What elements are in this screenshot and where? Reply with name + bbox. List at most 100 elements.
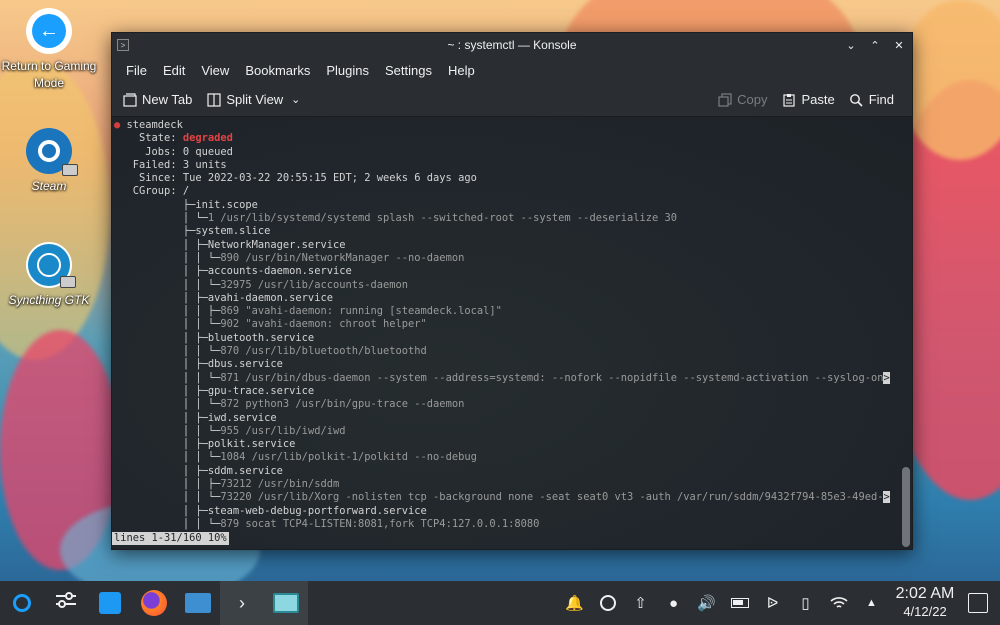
menu-edit[interactable]: Edit — [155, 63, 193, 78]
chevron-down-icon[interactable]: ⌄ — [844, 38, 858, 52]
pager-status: lines 1-31/160 10% — [112, 532, 229, 545]
split-view-label: Split View — [226, 92, 284, 107]
terminal-line: Jobs: 0 queued — [145, 145, 233, 158]
steam-tray-icon[interactable] — [591, 595, 624, 611]
menu-bar: File Edit View Bookmarks Plugins Setting… — [112, 57, 912, 83]
desktop-icon-syncthing[interactable]: Syncthing GTK — [0, 242, 98, 309]
paste-button[interactable]: Paste — [781, 92, 835, 107]
close-icon[interactable]: ✕ — [892, 38, 906, 52]
terminal-line: │ ├─NetworkManager.service — [114, 238, 346, 251]
desktop-icon-label: Steam — [31, 179, 67, 193]
copy-button[interactable]: Copy — [717, 92, 767, 107]
screenshot-icon — [273, 593, 299, 613]
terminal-line: Since: Tue 2022-03-22 20:55:15 EDT; 2 we… — [139, 172, 477, 185]
desktop-icon-label: Syncthing GTK — [8, 293, 90, 307]
steamos-logo-icon — [13, 594, 31, 612]
terminal-line: │ ├─polkit.service — [114, 438, 296, 451]
terminal-line: │ ├─accounts-daemon.service — [114, 265, 352, 278]
terminal-line: │ │ └─902 "avahi-daemon: chroot helper" — [114, 318, 427, 331]
return-arrow-icon: ← — [26, 8, 72, 54]
find-button[interactable]: Find — [849, 92, 894, 107]
task-dolphin[interactable] — [176, 581, 220, 625]
new-tab-label: New Tab — [142, 92, 193, 107]
terminal-scrollbar[interactable] — [902, 119, 910, 547]
application-launcher[interactable] — [0, 581, 44, 625]
paste-icon — [781, 92, 796, 107]
volume-icon[interactable]: 🔊 — [690, 594, 723, 612]
show-desktop-button[interactable] — [968, 593, 988, 613]
terminal-icon: › — [239, 592, 245, 613]
brightness-icon[interactable]: ● — [657, 595, 690, 612]
terminal-line: │ ├─iwd.service — [114, 411, 277, 424]
terminal-line: CGroup: / — [132, 185, 190, 198]
chevron-up-icon[interactable]: ⌃ — [868, 38, 882, 52]
terminal-line: │ ├─bluetooth.service — [114, 331, 315, 344]
task-firefox[interactable] — [132, 581, 176, 625]
updates-icon[interactable]: ⇧ — [624, 594, 657, 612]
battery-icon[interactable] — [723, 598, 756, 608]
terminal-line: │ ├─gpu-trace.service — [114, 384, 315, 397]
usb-device-icon[interactable]: ▯ — [789, 594, 822, 612]
folder-icon — [185, 593, 211, 613]
desktop-icon-return-gaming[interactable]: ← Return to Gaming Mode — [0, 8, 98, 92]
clock-date: 4/12/22 — [903, 604, 947, 619]
menu-bookmarks[interactable]: Bookmarks — [237, 63, 318, 78]
terminal-line: │ │ └─870 /usr/lib/bluetooth/bluetoothd — [114, 345, 427, 358]
paste-label: Paste — [801, 92, 835, 107]
menu-settings[interactable]: Settings — [377, 63, 440, 78]
copy-icon — [717, 92, 732, 107]
desktop-icon-label: Return to Gaming Mode — [1, 59, 97, 90]
syncthing-icon — [26, 242, 76, 288]
chevron-down-icon: ⌄ — [291, 94, 301, 106]
find-label: Find — [868, 92, 894, 107]
new-tab-button[interactable]: New Tab — [122, 92, 192, 107]
terminal-line: │ │ └─32975 /usr/lib/accounts-daemon — [114, 278, 409, 291]
terminal-line: Failed: 3 units — [132, 158, 227, 171]
terminal-line: │ │ └─955 /usr/lib/iwd/iwd — [114, 424, 346, 437]
terminal-line: ● steamdeck — [114, 119, 183, 131]
task-screenshot[interactable] — [264, 581, 308, 625]
terminal-line: │ │ └─890 /usr/bin/NetworkManager --no-d… — [114, 251, 465, 264]
terminal-line: │ ├─steam-web-debug-portforward.service — [114, 504, 427, 517]
task-konsole[interactable]: › — [220, 581, 264, 625]
terminal-line: ├─system.slice — [114, 225, 271, 238]
wifi-icon[interactable] — [822, 596, 855, 610]
scrollbar-thumb[interactable] — [902, 467, 910, 547]
clock-time: 2:02 AM — [895, 585, 955, 602]
task-system-settings[interactable] — [44, 581, 88, 625]
terminal-output: ● steamdeck State: degraded Jobs: 0 queu… — [114, 119, 898, 531]
desktop-icon-steam[interactable]: Steam — [0, 128, 98, 195]
menu-plugins[interactable]: Plugins — [318, 63, 377, 78]
terminal-line: │ │ ├─869 "avahi-daemon: running [steamd… — [114, 305, 502, 318]
menu-help[interactable]: Help — [440, 63, 483, 78]
terminal-line: │ ├─dbus.service — [114, 358, 283, 371]
terminal-line: │ │ └─73220 /usr/lib/Xorg -nolisten tcp … — [114, 491, 890, 504]
window-titlebar[interactable]: > ~ : systemctl — Konsole ⌄ ⌃ ✕ — [112, 33, 912, 57]
task-discover[interactable] — [88, 581, 132, 625]
new-tab-icon — [122, 92, 137, 107]
terminal-line: │ │ └─872 python3 /usr/bin/gpu-trace --d… — [114, 398, 465, 411]
tray-expand-icon[interactable]: ▲ — [855, 597, 888, 609]
toolbar: New Tab Split View ⌄ Copy Paste Find — [112, 83, 912, 117]
menu-file[interactable]: File — [118, 63, 155, 78]
terminal-line: State: degraded — [114, 132, 233, 145]
split-view-button[interactable]: Split View ⌄ — [206, 92, 303, 107]
terminal-view[interactable]: ● steamdeck State: degraded Jobs: 0 queu… — [112, 117, 912, 549]
firefox-icon — [141, 590, 167, 616]
terminal-line: │ ├─sddm.service — [114, 464, 283, 477]
terminal-line: │ │ └─871 /usr/bin/dbus-daemon --system … — [114, 371, 890, 384]
window-title: ~ : systemctl — Konsole — [447, 38, 577, 52]
steam-icon — [26, 128, 78, 176]
taskbar: › 🔔 ⇧ ● 🔊 ᐉ ▯ ▲ 2:02 AM 4/12/22 — [0, 581, 1000, 625]
split-view-icon — [206, 92, 221, 107]
terminal-line: │ ├─avahi-daemon.service — [114, 291, 333, 304]
digital-clock[interactable]: 2:02 AM 4/12/22 — [888, 585, 962, 621]
terminal-line: │ │ └─879 socat TCP4-LISTEN:8081,fork TC… — [114, 517, 540, 530]
terminal-line: ├─init.scope — [114, 198, 258, 211]
konsole-window: > ~ : systemctl — Konsole ⌄ ⌃ ✕ File Edi… — [111, 32, 913, 550]
discover-store-icon — [99, 592, 121, 614]
bluetooth-icon[interactable]: ᐉ — [756, 594, 789, 612]
notifications-bell-icon[interactable]: 🔔 — [558, 594, 591, 612]
system-tray: 🔔 ⇧ ● 🔊 ᐉ ▯ ▲ 2:02 AM 4/12/22 — [558, 581, 1000, 625]
menu-view[interactable]: View — [193, 63, 237, 78]
